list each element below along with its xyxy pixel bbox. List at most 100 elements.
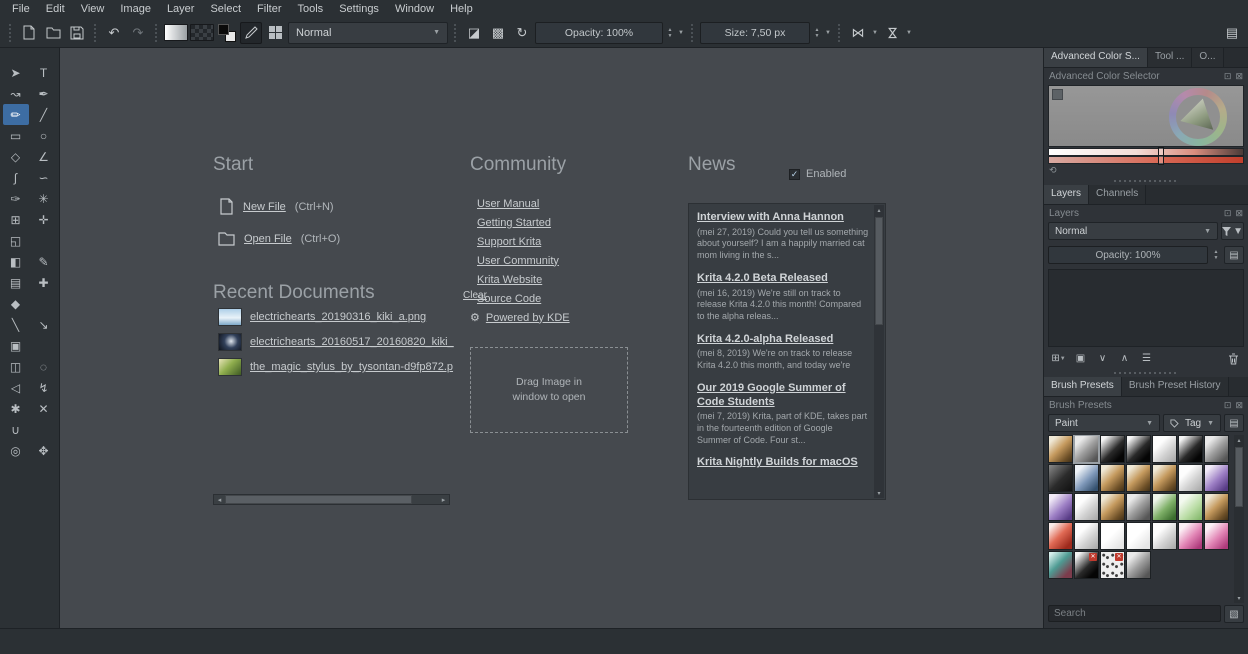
news-item-link[interactable]: Krita 4.2.0-alpha Released <box>697 333 869 347</box>
community-link[interactable]: Source Code <box>477 293 541 305</box>
tool-transform[interactable]: ⊞ <box>3 209 29 230</box>
brush-grid-scrollbar[interactable] <box>1234 435 1244 603</box>
brush-preset[interactable] <box>1100 435 1125 463</box>
open-file-link[interactable]: Open File <box>244 233 292 245</box>
brush-preset[interactable] <box>1048 551 1073 579</box>
chevron-down-icon[interactable] <box>677 30 685 36</box>
brush-preset[interactable] <box>1178 522 1203 550</box>
brush-preset[interactable] <box>1100 464 1125 492</box>
drag-image-dropzone[interactable]: Drag Image in window to open <box>470 347 628 433</box>
menu-item[interactable]: Settings <box>331 2 387 17</box>
choose-brush-preset-button[interactable] <box>264 22 286 44</box>
brush-preset[interactable] <box>1204 522 1229 550</box>
brush-preset[interactable] <box>1048 464 1073 492</box>
choose-gradient-button[interactable] <box>164 22 188 44</box>
tool-select-similar-color[interactable]: ✱ <box>3 398 29 419</box>
tab-overview[interactable]: O... <box>1192 48 1223 67</box>
tab-layers[interactable]: Layers <box>1044 185 1089 204</box>
tool-select-elliptical[interactable]: ◌ <box>31 356 57 377</box>
close-docker-icon[interactable]: ⊠ <box>1235 400 1243 411</box>
menu-item[interactable]: Help <box>442 2 481 17</box>
tool-select-freehand[interactable]: ↯ <box>31 377 57 398</box>
tool-calligraphy[interactable]: ✒ <box>31 83 57 104</box>
community-link[interactable]: Getting Started <box>477 217 551 229</box>
scroll-up-icon[interactable] <box>1234 435 1244 445</box>
horizontal-scrollbar[interactable] <box>213 494 450 505</box>
docker-splitter[interactable] <box>1044 369 1248 377</box>
tag-dropdown[interactable]: Tag <box>1163 414 1221 432</box>
brush-preset[interactable] <box>1100 522 1125 550</box>
toolbar-drag-handle[interactable] <box>155 24 158 42</box>
brush-view-mode-button[interactable]: ▤ <box>1224 414 1244 432</box>
brush-preset[interactable] <box>1074 464 1099 492</box>
scrollbar-handle[interactable] <box>1235 447 1243 507</box>
brush-preset[interactable] <box>1048 522 1073 550</box>
tool-select-magnetic[interactable]: ∪ <box>3 419 29 440</box>
tool-pan[interactable]: ✥ <box>31 440 57 461</box>
recent-document-link[interactable]: electrichearts_20160517_20160820_kiki_ <box>250 336 454 348</box>
tool-dynamic-brush[interactable]: ✑ <box>3 188 29 209</box>
hide-dockers-button[interactable]: ▤ <box>1221 22 1243 44</box>
close-docker-icon[interactable]: ⊠ <box>1235 208 1243 219</box>
duplicate-layer-button[interactable]: ▣ <box>1071 350 1090 367</box>
brush-preset[interactable] <box>1074 493 1099 521</box>
tool-bezier-curve[interactable]: ∫ <box>3 167 29 188</box>
menu-item[interactable]: Image <box>112 2 159 17</box>
tool-freehand-path[interactable]: ∽ <box>31 167 57 188</box>
community-link[interactable]: Powered by KDE <box>486 312 570 324</box>
news-enabled-checkbox[interactable]: ✓ Enabled <box>789 168 846 180</box>
tool-color-sampler[interactable]: ✎ <box>31 251 57 272</box>
menu-item[interactable]: View <box>73 2 113 17</box>
brush-preset[interactable] <box>1204 464 1229 492</box>
news-scrollbar[interactable] <box>874 205 884 498</box>
layer-opacity-spinner[interactable] <box>1211 244 1221 266</box>
scrollbar-handle[interactable] <box>875 217 883 325</box>
tool-select-shapes[interactable]: ➤ <box>3 62 29 83</box>
toolbar-drag-handle[interactable] <box>9 24 12 42</box>
delete-layer-button[interactable] <box>1224 350 1243 367</box>
tool-assistants[interactable]: ╲ <box>3 314 29 335</box>
tab-advanced-color-selector[interactable]: Advanced Color S... <box>1044 48 1148 67</box>
docker-splitter[interactable] <box>1044 177 1248 185</box>
news-item-link[interactable]: Krita Nightly Builds for macOS <box>697 456 869 470</box>
search-options-button[interactable]: ▧ <box>1224 605 1244 623</box>
tool-move[interactable]: ✛ <box>31 209 57 230</box>
brush-preset[interactable] <box>1178 464 1203 492</box>
community-link[interactable]: Krita Website <box>477 274 542 286</box>
float-docker-icon[interactable]: ⊡ <box>1224 71 1232 82</box>
tab-brush-preset-history[interactable]: Brush Preset History <box>1122 377 1229 396</box>
tool-freehand-brush[interactable]: ✏ <box>3 104 29 125</box>
scrollbar-track[interactable] <box>874 215 884 488</box>
tool-select-polygonal[interactable]: ◁ <box>3 377 29 398</box>
brush-preset[interactable] <box>1126 464 1151 492</box>
menu-item[interactable]: Layer <box>159 2 203 17</box>
tool-gradient[interactable]: ◧ <box>3 251 29 272</box>
brush-preset[interactable] <box>1048 493 1073 521</box>
scrollbar-track[interactable] <box>225 495 438 504</box>
tool-pattern-edit[interactable]: ▤ <box>3 272 29 293</box>
new-file-link[interactable]: New File <box>243 201 286 213</box>
tool-select-rectangular[interactable]: ◫ <box>3 356 29 377</box>
tool-edit-shapes[interactable]: ↝ <box>3 83 29 104</box>
tool-polyline[interactable]: ∠ <box>31 146 57 167</box>
brush-preset[interactable] <box>1204 435 1229 463</box>
eraser-mode-button[interactable]: ◪ <box>463 22 485 44</box>
brush-search-input[interactable] <box>1048 605 1221 622</box>
brush-preset[interactable] <box>1152 522 1177 550</box>
news-item-link[interactable]: Our 2019 Google Summer of Code Students <box>697 382 869 410</box>
tool-ellipse[interactable]: ○ <box>31 125 57 146</box>
blending-mode-dropdown[interactable]: Normal <box>288 22 448 44</box>
tool-polygon[interactable]: ◇ <box>3 146 29 167</box>
brush-preset[interactable] <box>1178 493 1203 521</box>
layer-list-options-button[interactable]: ▤ <box>1224 246 1244 264</box>
brush-preset[interactable] <box>1074 551 1099 579</box>
toolbar-drag-handle[interactable] <box>691 24 694 42</box>
move-layer-down-button[interactable]: ∨ <box>1093 350 1112 367</box>
scroll-down-icon[interactable] <box>1234 593 1244 603</box>
move-layer-up-button[interactable]: ∧ <box>1115 350 1134 367</box>
recent-document-link[interactable]: the_magic_stylus_by_tysontan-d9fp872.p <box>250 361 453 373</box>
undo-button[interactable]: ↶ <box>103 22 125 44</box>
scroll-up-icon[interactable] <box>874 205 884 215</box>
brush-preset[interactable] <box>1126 435 1151 463</box>
preserve-alpha-button[interactable]: ▩ <box>487 22 509 44</box>
